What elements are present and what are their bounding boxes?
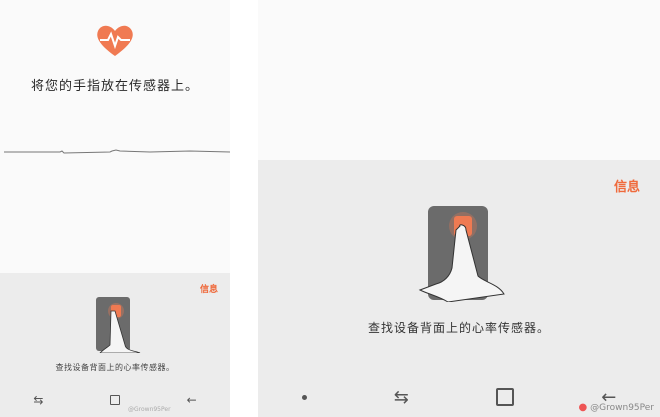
info-button[interactable]: 信息 bbox=[614, 176, 640, 195]
recents-icon: ⇆ bbox=[393, 386, 409, 408]
info-button[interactable]: 信息 bbox=[200, 282, 218, 295]
recents-icon: ⇆ bbox=[33, 393, 44, 407]
instruction-text: 将您的手指放在传感器上。 bbox=[30, 79, 199, 94]
watermark: ● @Grown95Per bbox=[579, 402, 654, 413]
home-button[interactable] bbox=[110, 395, 120, 405]
right-screen: 信息 查找设备背面上的心率传感器。 ⇆ ← ● @Grown95Per bbox=[258, 0, 660, 417]
back-button[interactable]: ← bbox=[187, 393, 197, 407]
upper-blank-area bbox=[258, 0, 660, 160]
sensor-help-area: 信息 查找设备背面上的心率传感器。 ⇆ ← @Grown95Per bbox=[0, 273, 230, 417]
home-icon bbox=[110, 395, 120, 405]
recents-button[interactable]: ⇆ bbox=[394, 387, 409, 408]
heart-rate-graph bbox=[4, 149, 230, 154]
navigation-bar: ⇆ ← bbox=[0, 383, 230, 417]
finger-on-sensor-illustration bbox=[418, 206, 505, 302]
dot-icon bbox=[301, 394, 307, 400]
sensor-hint-text: 查找设备背面上的心率传感器。 bbox=[367, 321, 550, 335]
dot-button[interactable] bbox=[301, 394, 307, 400]
sensor-hint-text: 查找设备背面上的心率传感器。 bbox=[55, 363, 175, 372]
finger-on-sensor-illustration bbox=[96, 297, 141, 353]
watermark-text: @Grown95Per bbox=[590, 403, 654, 413]
back-icon: ← bbox=[186, 393, 197, 407]
recents-button[interactable]: ⇆ bbox=[33, 393, 43, 407]
heart-rate-icon bbox=[97, 25, 133, 56]
sensor-help-area: 信息 查找设备背面上的心率传感器。 ⇆ ← ● @Grown95Per bbox=[258, 160, 660, 417]
home-button[interactable] bbox=[496, 388, 515, 406]
home-icon bbox=[496, 388, 515, 406]
watermark-text: @Grown95Per bbox=[128, 406, 171, 413]
left-screen: 将您的手指放在传感器上。 信息 查找设备背面上的心率传感器。 ⇆ ← @Grow… bbox=[0, 0, 230, 417]
weibo-icon: ● bbox=[578, 402, 588, 413]
